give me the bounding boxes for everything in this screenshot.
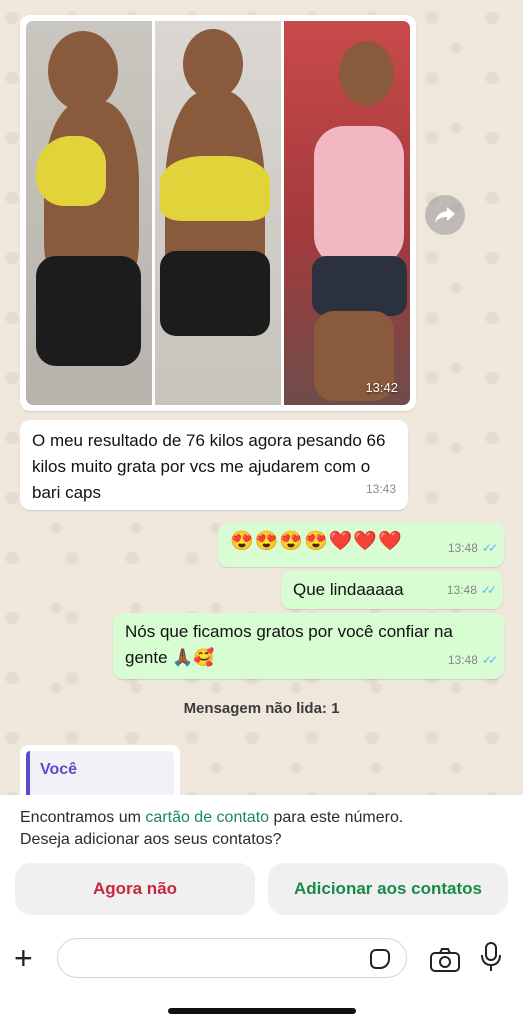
read-ticks-icon: ✓✓ (481, 541, 498, 555)
microphone-icon[interactable] (480, 942, 502, 972)
message-input[interactable] (57, 938, 407, 978)
sticker-icon[interactable] (370, 949, 390, 969)
reply-preview-card[interactable]: Você (20, 745, 180, 795)
incoming-message-time: 13:43 (365, 482, 396, 496)
home-indicator (168, 1008, 356, 1014)
outgoing-message-time: 13:48 (446, 583, 477, 597)
photo-front-view (155, 21, 281, 405)
reply-sender: Você (40, 761, 78, 778)
outgoing-message[interactable]: Que lindaaaaa 13:48 ✓✓ (281, 571, 503, 609)
banner-message: Encontramos um cartão de contato para es… (20, 809, 404, 848)
image-timestamp: 13:42 (365, 380, 398, 395)
outgoing-message[interactable]: Nós que ficamos gratos por você confiar … (113, 613, 504, 679)
add-to-contacts-button[interactable]: Adicionar aos contatos (268, 863, 508, 915)
image-message[interactable]: 13:42 (20, 15, 416, 411)
incoming-message-text: O meu resultado de 76 kilos agora pesand… (32, 431, 386, 502)
outgoing-message-text: 😍😍😍😍❤️❤️❤️ (230, 531, 403, 552)
forward-icon (435, 207, 455, 223)
contact-card-link[interactable]: cartão de contato (145, 809, 269, 826)
forward-button[interactable] (425, 195, 465, 235)
incoming-message[interactable]: O meu resultado de 76 kilos agora pesand… (20, 420, 408, 510)
plus-icon[interactable]: + (14, 940, 33, 977)
decline-button[interactable]: Agora não (15, 863, 255, 915)
chat-area[interactable]: 13:42 O meu resultado de 76 kilos agora … (0, 0, 523, 795)
photo-collage[interactable]: 13:42 (26, 21, 410, 405)
unread-divider: Mensagem não lida: 1 (183, 700, 340, 717)
photo-side-view (26, 21, 152, 405)
photo-mirror-selfie (284, 21, 410, 405)
read-ticks-icon: ✓✓ (480, 583, 497, 597)
read-ticks-icon: ✓✓ (481, 653, 498, 667)
outgoing-message-time: 13:48 (447, 653, 478, 667)
outgoing-message-time: 13:48 (447, 541, 478, 555)
outgoing-message-text: Nós que ficamos gratos por você confiar … (125, 622, 453, 667)
camera-icon[interactable] (430, 948, 460, 972)
outgoing-message-text: Que lindaaaaa (293, 580, 404, 599)
outgoing-message[interactable]: 😍😍😍😍❤️❤️❤️ 13:48 ✓✓ (218, 523, 504, 567)
